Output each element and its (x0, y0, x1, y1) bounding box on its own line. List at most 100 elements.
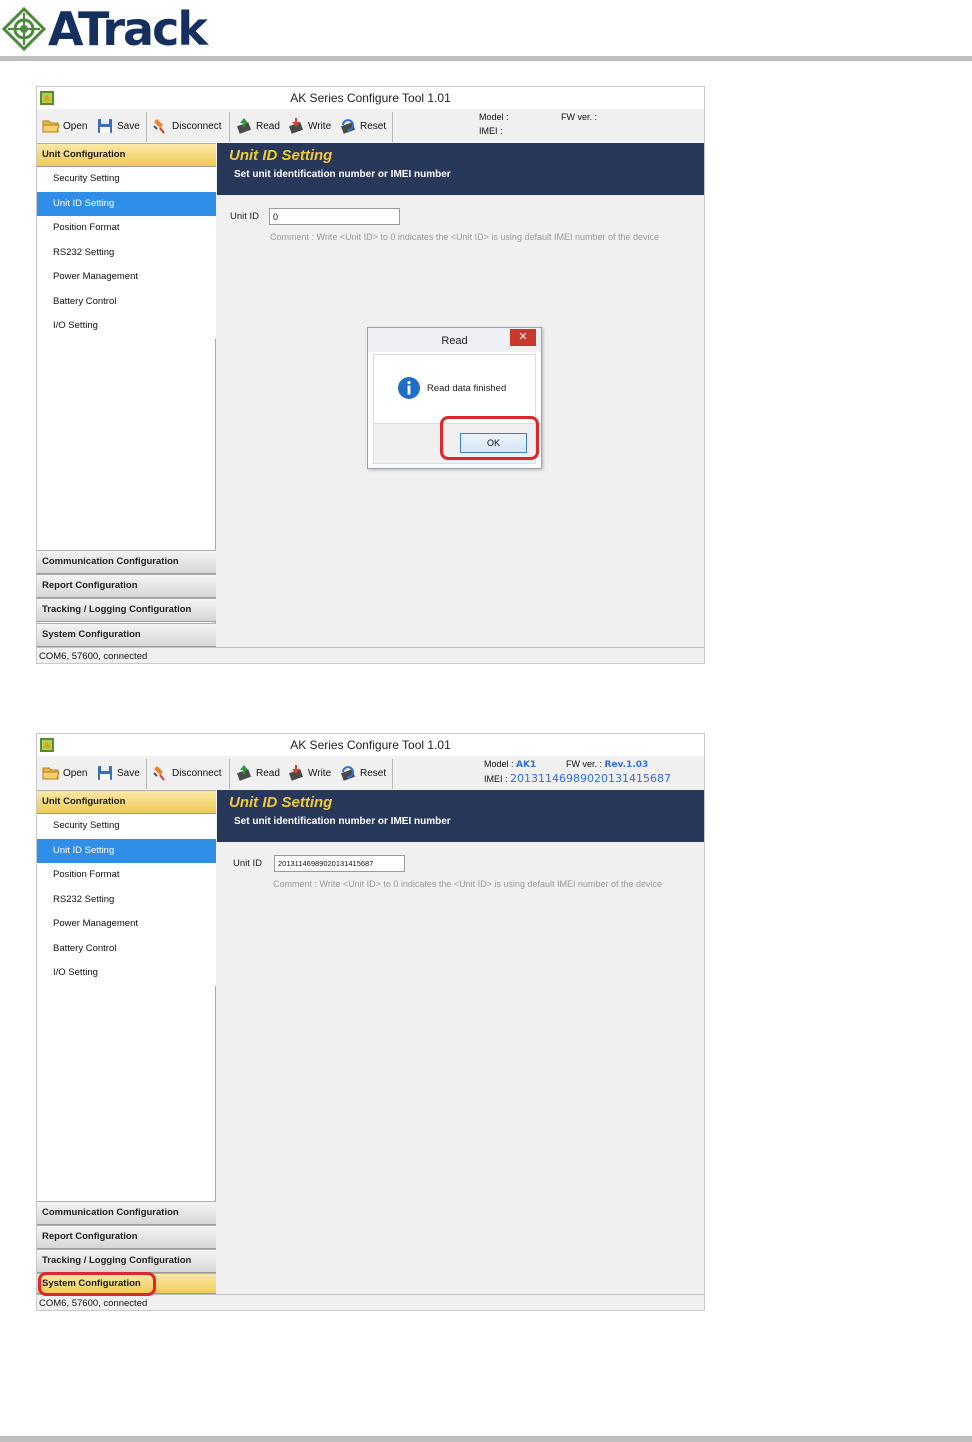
info-icon (398, 377, 420, 399)
nav-item-battery-control[interactable]: Battery Control (37, 936, 216, 961)
status-bar: COM6, 57600, connected (37, 1294, 704, 1310)
nav-item-security-setting[interactable]: Security Setting (37, 814, 216, 839)
window-title: AK Series Configure Tool 1.01 (290, 91, 451, 105)
crosshair-diamond-icon (2, 7, 46, 51)
fw-label: FW ver. : (566, 759, 602, 769)
reset-button[interactable]: Reset (339, 115, 386, 137)
plug-disconnect-icon (153, 766, 165, 781)
dialog-message: Read data finished (427, 383, 507, 394)
folder-open-icon (42, 120, 60, 133)
brand-name: ATrack (48, 2, 208, 56)
fw-value: Rev.1.03 (604, 760, 649, 770)
read-button[interactable]: Read (235, 115, 280, 137)
toolbar-separator (392, 112, 393, 142)
nav-item-power-management[interactable]: Power Management (37, 265, 216, 290)
imei-label: IMEI : (484, 774, 508, 784)
unit-id-label: Unit ID (230, 211, 260, 222)
highlight-ring-system-configuration (38, 1272, 156, 1296)
model-value: AK1 (516, 760, 537, 770)
title-bar[interactable]: AK Series Configure Tool 1.01 (37, 734, 704, 756)
write-button[interactable]: Write (287, 115, 331, 137)
reset-label: Reset (360, 767, 387, 779)
imei-value: 201311469890201314156​87 (510, 772, 671, 785)
dialog-title-bar[interactable]: Read ✕ (368, 328, 541, 352)
nav-header-communication-configuration[interactable]: Communication Configuration (37, 1201, 216, 1225)
fw-label: FW ver. : (561, 112, 597, 122)
nav-header-unit-configuration[interactable]: Unit Configuration (37, 790, 216, 814)
nav-item-position-format[interactable]: Position Format (37, 863, 216, 888)
nav-header-communication-configuration[interactable]: Communication Configuration (37, 550, 216, 574)
window-title: AK Series Configure Tool 1.01 (290, 738, 451, 752)
nav-item-list: Security Setting Unit ID Setting Positio… (37, 814, 216, 986)
unit-id-input[interactable] (274, 855, 405, 872)
save-label: Save (117, 767, 140, 779)
nav-item-unit-id-setting[interactable]: Unit ID Setting (37, 838, 216, 863)
nav-item-io-setting[interactable]: I/O Setting (37, 314, 216, 339)
toolbar-separator (229, 112, 230, 142)
nav-item-rs232-setting[interactable]: RS232 Setting (37, 887, 216, 912)
floppy-disk-icon (98, 766, 112, 780)
read-button[interactable]: Read (235, 762, 280, 784)
left-nav: Unit Configuration Security Setting Unit… (37, 790, 216, 1294)
imei-label: IMEI : (479, 126, 503, 136)
read-label: Read (256, 120, 280, 132)
nav-item-power-management[interactable]: Power Management (37, 912, 216, 937)
nav-item-unit-id-setting[interactable]: Unit ID Setting (37, 191, 216, 216)
nav-header-system-configuration[interactable]: System Configuration (37, 623, 216, 647)
nav-header-tracking-configuration[interactable]: Tracking / Logging Configuration (37, 598, 216, 622)
open-label: Open (63, 120, 88, 132)
header-divider (0, 56, 972, 61)
nav-item-position-format[interactable]: Position Format (37, 216, 216, 241)
reset-label: Reset (360, 120, 387, 132)
toolbar: Open Save Disconnect Read Write Reset Mo… (37, 756, 704, 790)
open-button[interactable]: Open (42, 115, 87, 137)
reset-button[interactable]: Reset (339, 762, 386, 784)
fw-info: FW ver. : (561, 112, 597, 123)
folder-open-icon (42, 767, 60, 780)
nav-header-report-configuration[interactable]: Report Configuration (37, 1225, 216, 1249)
read-device-icon (236, 118, 252, 134)
unit-id-input[interactable] (269, 208, 400, 225)
model-info: Model : (479, 112, 509, 123)
save-button[interactable]: Save (96, 115, 140, 137)
unit-id-comment: Comment : Write <Unit ID> to 0 indicates… (270, 232, 660, 242)
toolbar-separator (146, 759, 147, 789)
fw-info: FW ver. : Rev.1.03 (566, 759, 648, 770)
nav-item-security-setting[interactable]: Security Setting (37, 167, 216, 192)
highlight-ring-ok (440, 416, 539, 460)
save-label: Save (117, 120, 140, 132)
left-nav: Unit Configuration Security Setting Unit… (37, 143, 216, 647)
imei-info: IMEI : 201311469890201314156​87 (484, 772, 671, 785)
model-label: Model : (484, 759, 514, 769)
nav-header-report-configuration[interactable]: Report Configuration (37, 574, 216, 598)
model-info: Model : AK1 (484, 759, 536, 770)
disconnect-button[interactable]: Disconnect (151, 762, 221, 784)
open-button[interactable]: Open (42, 762, 87, 784)
nav-item-battery-control[interactable]: Battery Control (37, 289, 216, 314)
footer-divider (0, 1436, 972, 1442)
app-window-1: AK Series Configure Tool 1.01 Open Save … (36, 86, 705, 664)
save-button[interactable]: Save (96, 762, 140, 784)
toolbar-separator (392, 759, 393, 789)
write-device-icon (288, 765, 304, 781)
title-bar[interactable]: AK Series Configure Tool 1.01 (37, 87, 704, 109)
nav-item-rs232-setting[interactable]: RS232 Setting (37, 240, 216, 265)
section-banner: Unit ID Setting Set unit identification … (217, 790, 704, 842)
nav-item-io-setting[interactable]: I/O Setting (37, 961, 216, 986)
write-label: Write (308, 120, 332, 132)
reset-device-icon (340, 119, 356, 134)
status-bar: COM6, 57600, connected (37, 647, 704, 663)
page-title: Unit ID Setting (229, 147, 333, 164)
disconnect-label: Disconnect (172, 767, 222, 779)
nav-header-unit-configuration[interactable]: Unit Configuration (37, 143, 216, 167)
brand-logo: ATrack (0, 2, 208, 56)
disconnect-label: Disconnect (172, 120, 222, 132)
write-device-icon (288, 118, 304, 134)
nav-header-tracking-configuration[interactable]: Tracking / Logging Configuration (37, 1249, 216, 1273)
page-title: Unit ID Setting (229, 794, 333, 811)
read-device-icon (236, 765, 252, 781)
close-icon[interactable]: ✕ (510, 329, 536, 346)
write-button[interactable]: Write (287, 762, 331, 784)
imei-info: IMEI : (479, 126, 503, 137)
disconnect-button[interactable]: Disconnect (151, 115, 221, 137)
